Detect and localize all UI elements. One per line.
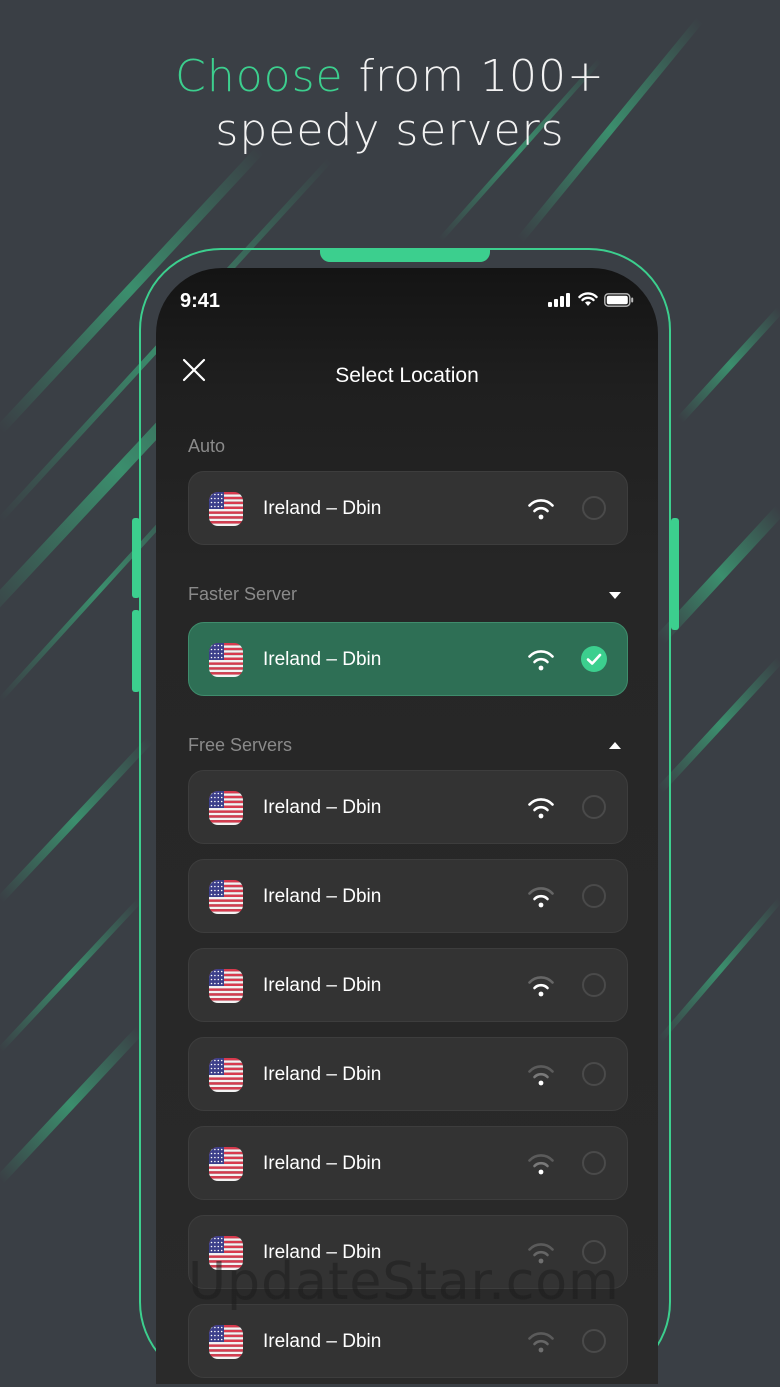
wifi-icon: [528, 976, 554, 997]
server-label: Ireland – Dbin: [263, 649, 382, 670]
caret-up-icon[interactable]: [608, 741, 622, 751]
watermark: UpdateStar.com: [188, 1252, 620, 1312]
battery-icon: [604, 292, 634, 307]
server-label: Ireland – Dbin: [263, 975, 382, 996]
section-label-faster: Faster Server: [188, 584, 298, 604]
us-flag-icon: [209, 492, 243, 526]
server-row-free[interactable]: Ireland – Dbin: [188, 1037, 628, 1111]
radio-button[interactable]: [582, 1329, 606, 1353]
headline-rest: from 100+: [358, 51, 605, 102]
server-row-free[interactable]: Ireland – Dbin: [188, 1126, 628, 1200]
check-circle-icon[interactable]: [581, 646, 607, 672]
server-row-faster[interactable]: Ireland – Dbin: [188, 622, 628, 696]
us-flag-icon: [209, 791, 243, 825]
phone-top-notch: [320, 248, 490, 262]
server-label: Ireland – Dbin: [263, 886, 382, 907]
phone-screen: 9:41 Select Location Auto Ireland – Dbin…: [156, 268, 658, 1384]
server-row-auto[interactable]: Ireland – Dbin: [188, 471, 628, 545]
headline-accent: Choose: [175, 51, 344, 102]
radio-button[interactable]: [582, 795, 606, 819]
radio-button[interactable]: [582, 884, 606, 908]
page-title: Select Location: [335, 364, 479, 387]
server-row-free[interactable]: Ireland – Dbin: [188, 1304, 628, 1378]
section-header-auto: Auto: [188, 436, 628, 457]
us-flag-icon: [209, 1147, 243, 1181]
radio-button[interactable]: [582, 973, 606, 997]
section-header-free[interactable]: Free Servers: [188, 735, 628, 756]
phone-side-button-left-2: [132, 610, 140, 692]
phone-side-button-right: [671, 518, 679, 630]
wifi-icon: [528, 798, 554, 819]
us-flag-icon: [209, 880, 243, 914]
wifi-icon: [528, 887, 554, 908]
wifi-icon: [528, 650, 554, 671]
radio-button[interactable]: [582, 1151, 606, 1175]
section-header-faster[interactable]: Faster Server: [188, 584, 628, 605]
server-label: Ireland – Dbin: [263, 498, 382, 519]
cellular-signal-icon: [548, 292, 570, 307]
nav-bar: Select Location: [156, 354, 658, 394]
caret-down-icon[interactable]: [608, 590, 622, 600]
wifi-status-icon: [578, 292, 598, 306]
wifi-icon: [528, 1065, 554, 1086]
wifi-icon: [528, 1154, 554, 1175]
status-bar: 9:41: [180, 286, 634, 316]
us-flag-icon: [209, 969, 243, 1003]
wifi-icon: [528, 499, 554, 520]
server-row-free[interactable]: Ireland – Dbin: [188, 948, 628, 1022]
headline: Choose from 100+ speedy servers: [0, 50, 780, 158]
status-icons: [548, 292, 634, 307]
server-label: Ireland – Dbin: [263, 1331, 382, 1352]
section-label-auto: Auto: [188, 436, 226, 456]
us-flag-icon: [209, 1325, 243, 1359]
radio-button[interactable]: [582, 496, 606, 520]
phone-side-button-left-1: [132, 518, 140, 598]
headline-line2: speedy servers: [215, 105, 565, 156]
server-label: Ireland – Dbin: [263, 1064, 382, 1085]
wifi-icon: [528, 1332, 554, 1353]
server-label: Ireland – Dbin: [263, 797, 382, 818]
radio-button[interactable]: [582, 1062, 606, 1086]
us-flag-icon: [209, 643, 243, 677]
us-flag-icon: [209, 1058, 243, 1092]
section-label-free: Free Servers: [188, 735, 293, 755]
status-time: 9:41: [180, 290, 221, 312]
server-row-free[interactable]: Ireland – Dbin: [188, 859, 628, 933]
server-label: Ireland – Dbin: [263, 1153, 382, 1174]
server-row-free[interactable]: Ireland – Dbin: [188, 770, 628, 844]
